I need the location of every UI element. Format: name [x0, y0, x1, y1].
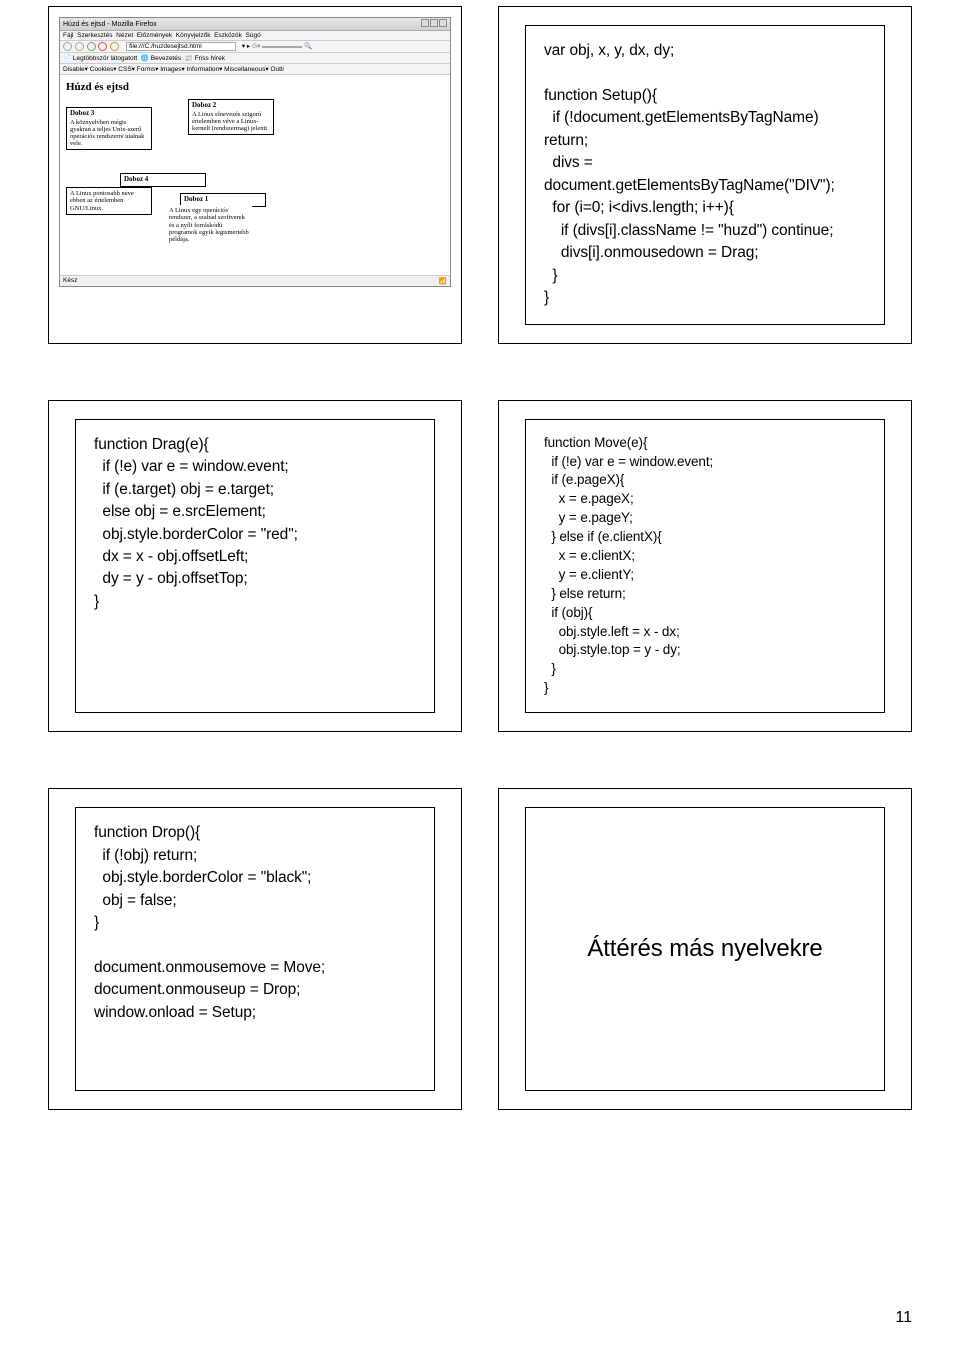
code-move: function Move(e){ if (!e) var e = window…: [544, 434, 866, 698]
page-heading: Húzd és ejtsd: [66, 81, 444, 93]
slide-move: function Move(e){ if (!e) var e = window…: [498, 400, 912, 732]
forward-icon: [75, 42, 84, 51]
code-drop: function Drop(){ if (!obj) return; obj.s…: [94, 822, 416, 1024]
nav-toolbar: file:///C:/huzdesejtsd.html ▾ ▸ G▾ 🔍: [60, 41, 450, 53]
doboz-4b: A Linux pontosabb neve ebben az értelemb…: [66, 187, 152, 214]
slide-title: Áttérés más nyelvekre: [498, 788, 912, 1110]
code-setup: var obj, x, y, dx, dy; function Setup(){…: [544, 40, 866, 310]
doboz-1b: A Linux egy operációs rendszer, a szabad…: [166, 205, 252, 245]
back-icon: [63, 42, 72, 51]
doboz-4: Doboz 4: [120, 173, 206, 187]
home-icon: [110, 42, 119, 51]
url-bar: file:///C:/huzdesejtsd.html: [126, 42, 236, 51]
slide-title-text: Áttérés más nyelvekre: [587, 932, 822, 967]
slide-drag: function Drag(e){ if (!e) var e = window…: [48, 400, 462, 732]
window-titlebar: Húzd és ejtsd - Mozilla Firefox: [60, 18, 450, 31]
menu-bar: Fájl Szerkesztés Nézet Előzmények Könyvj…: [60, 31, 450, 41]
slide-drop: function Drop(){ if (!obj) return; obj.s…: [48, 788, 462, 1110]
window-title: Húzd és ejtsd - Mozilla Firefox: [63, 21, 157, 28]
window-buttons: [420, 19, 447, 29]
code-drag: function Drag(e){ if (!e) var e = window…: [94, 434, 416, 614]
page-number: 11: [895, 1309, 912, 1327]
stop-icon: [98, 42, 107, 51]
slide-screenshot: Húzd és ejtsd - Mozilla Firefox Fájl Sze…: [48, 6, 462, 344]
page-content: Húzd és ejtsd Doboz 3 A köznyelvben mégi…: [60, 75, 450, 275]
status-icon: 📶: [439, 277, 447, 285]
bookmarks-bar: 📄 Legtöbbször látogatott 🌐 Bevezetés 📰 F…: [60, 53, 450, 64]
firefox-window: Húzd és ejtsd - Mozilla Firefox Fájl Sze…: [59, 17, 451, 287]
search-box: [262, 46, 302, 48]
doboz-2: Doboz 2 A Linux elnevezés szigorú értele…: [188, 99, 274, 135]
dev-toolbar: Disable▾ Cookies▾ CSS▾ Forms▾ Images▾ In…: [60, 64, 450, 75]
slide-setup: var obj, x, y, dx, dy; function Setup(){…: [498, 6, 912, 344]
status-bar: Kész 📶: [60, 275, 450, 286]
doboz-3: Doboz 3 A köznyelvben mégis gyakran a te…: [66, 107, 152, 150]
reload-icon: [87, 42, 96, 51]
